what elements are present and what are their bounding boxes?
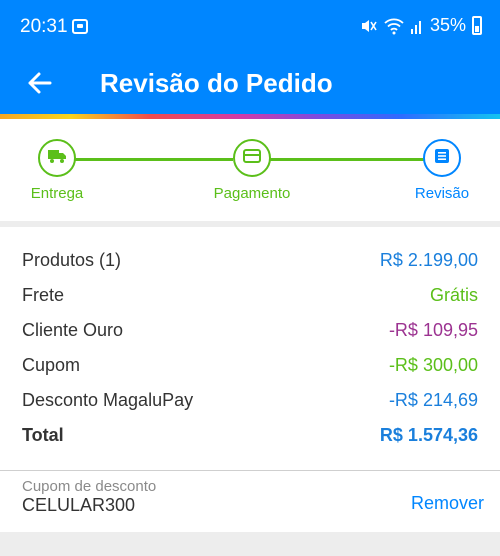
status-bar: 20:31 35%	[0, 0, 500, 56]
coupon-code: CELULAR300	[22, 495, 136, 515]
summary-value: -R$ 300,00	[388, 354, 478, 375]
signal-icon	[410, 17, 424, 35]
summary-value: -R$ 214,69	[388, 389, 478, 410]
mute-icon	[360, 17, 378, 35]
summary-row-cliente-ouro: Cliente Ouro -R$ 109,95	[22, 315, 478, 345]
notification-icon	[72, 19, 88, 34]
status-time: 20:31	[20, 16, 68, 37]
step-circle	[423, 139, 461, 177]
summary-label: Cupom	[22, 354, 81, 375]
step-label: Revisão	[414, 185, 470, 202]
total-label: Total	[22, 424, 64, 445]
checkout-stepper: Entrega Pagamento Revisão	[0, 119, 500, 221]
summary-row-cupom: Cupom -R$ 300,00	[22, 350, 478, 380]
summary-label: Frete	[22, 284, 65, 305]
summary-label: Cliente Ouro	[22, 319, 124, 340]
card-icon	[243, 148, 261, 168]
summary-row-desconto-magalupay: Desconto MagaluPay -R$ 214,69	[22, 385, 478, 415]
total-value: R$ 1.574,36	[379, 424, 478, 445]
step-circle	[38, 139, 76, 177]
coupon-label: Cupom de desconto	[22, 478, 157, 495]
step-label: Entrega	[30, 185, 84, 202]
summary-value: -R$ 109,95	[388, 319, 478, 340]
summary-row-total: Total R$ 1.574,36	[22, 420, 478, 450]
coupon-section: Cupom de desconto CELULAR300 Remover	[0, 470, 500, 532]
step-pagamento[interactable]: Pagamento	[209, 139, 295, 202]
summary-row-frete: Frete Grátis	[22, 280, 478, 310]
summary-value: R$ 2.199,00	[379, 249, 478, 270]
truck-icon	[47, 148, 67, 169]
back-button[interactable]	[20, 66, 58, 104]
status-icons: 35%	[360, 15, 482, 36]
summary-row-produtos: Produtos (1) R$ 2.199,00	[22, 245, 478, 275]
arrow-left-icon	[26, 70, 52, 101]
list-icon	[434, 148, 450, 169]
page-title: Revisão do Pedido	[100, 68, 333, 98]
battery-percent: 35%	[429, 15, 466, 35]
summary-label: Desconto MagaluPay	[22, 389, 194, 410]
step-entrega[interactable]: Entrega	[28, 139, 86, 202]
step-circle	[233, 139, 271, 177]
order-summary: Produtos (1) R$ 2.199,00 Frete Grátis Cl…	[0, 227, 500, 470]
step-revisao[interactable]: Revisão	[412, 139, 472, 202]
summary-label: Produtos (1)	[22, 249, 122, 270]
wifi-icon	[384, 17, 404, 35]
remove-coupon-button[interactable]: Remover	[411, 493, 484, 514]
step-label: Pagamento	[213, 185, 291, 202]
app-bar: Revisão do Pedido	[0, 56, 500, 114]
summary-value: Grátis	[429, 284, 478, 305]
battery-icon	[472, 16, 482, 35]
